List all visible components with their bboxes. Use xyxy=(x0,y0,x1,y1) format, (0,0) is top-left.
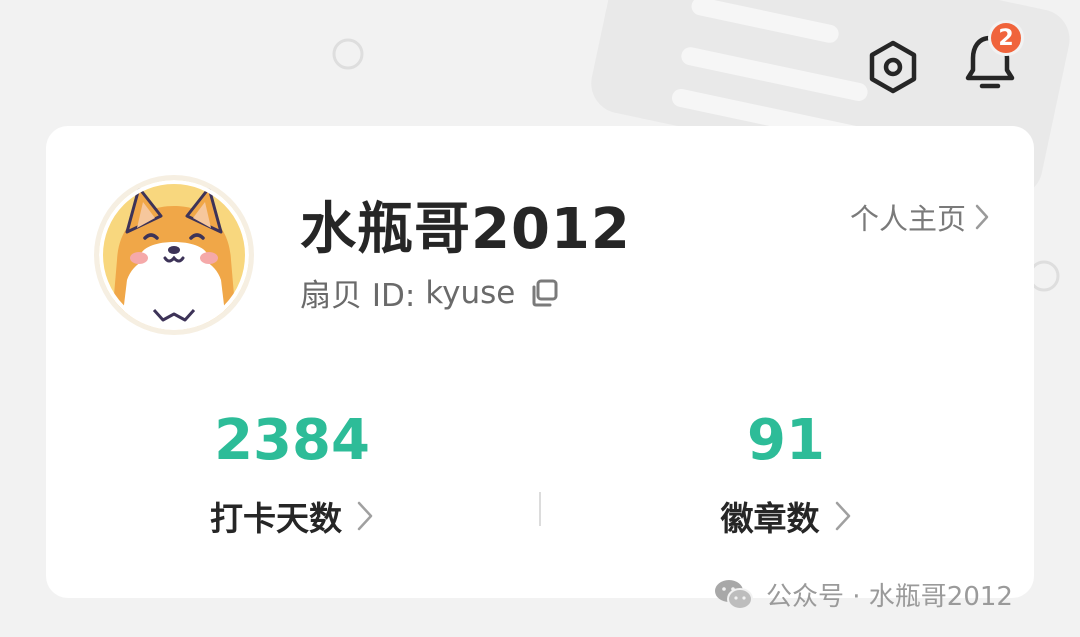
hexagon-settings-icon xyxy=(869,40,917,94)
copy-icon[interactable] xyxy=(529,278,559,308)
watermark: 公众号 · 水瓶哥2012 xyxy=(714,576,1013,613)
chevron-right-icon xyxy=(357,501,373,531)
stats-divider xyxy=(539,492,541,526)
user-id-label: 扇贝 ID: xyxy=(300,278,416,314)
chevron-right-icon xyxy=(835,501,850,531)
check-in-days-stat[interactable]: 2384 打卡天数 xyxy=(142,408,442,540)
avatar[interactable] xyxy=(94,175,254,335)
shiba-dog-avatar xyxy=(99,180,249,330)
profile-card: 水瓶哥2012 扇贝 ID: kyuse 个人主页 2384 打卡天数 91 徽… xyxy=(46,126,1034,598)
homepage-link-label: 个人主页 xyxy=(849,202,966,236)
settings-button[interactable] xyxy=(862,36,924,98)
badges-stat[interactable]: 91 徽章数 xyxy=(636,408,936,540)
badges-label: 徽章数 xyxy=(720,499,820,538)
badges-value: 91 xyxy=(747,408,825,473)
username: 水瓶哥2012 xyxy=(300,197,631,262)
user-id-value: kyuse xyxy=(425,274,516,311)
notification-badge: 2 xyxy=(988,20,1024,56)
watermark-text: 公众号 · 水瓶哥2012 xyxy=(766,582,1013,612)
user-id-row: 扇贝 ID: kyuse xyxy=(300,270,559,315)
check-in-days-value: 2384 xyxy=(214,408,370,473)
notifications-button[interactable]: 2 xyxy=(956,20,1024,96)
check-in-days-label: 打卡天数 xyxy=(210,499,342,538)
homepage-link[interactable]: 个人主页 xyxy=(850,196,990,238)
wechat-icon xyxy=(715,579,753,610)
chevron-right-icon xyxy=(975,204,989,230)
